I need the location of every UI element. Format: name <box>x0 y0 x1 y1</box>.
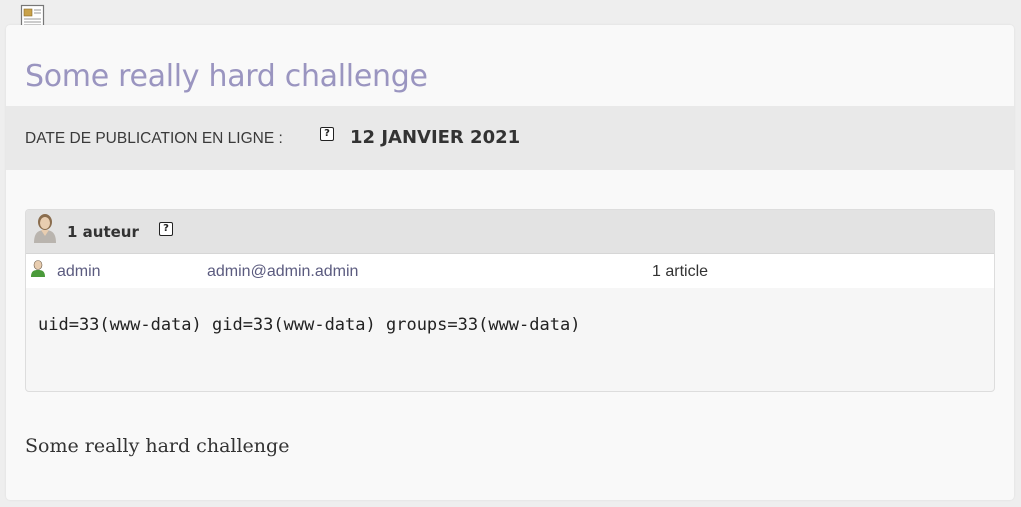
author-name-link[interactable]: admin <box>57 263 101 281</box>
article-body: Some really hard challenge <box>25 435 290 457</box>
author-bio: uid=33(www-data) gid=33(www-data) groups… <box>38 315 581 335</box>
authors-count: 1 auteur <box>67 223 139 241</box>
help-icon[interactable]: ? <box>159 222 173 236</box>
publication-date-label: DATE DE PUBLICATION EN LIGNE : <box>25 130 283 147</box>
authors-header: 1 auteur ? <box>26 210 994 254</box>
author-row: admin admin@admin.admin 1 article <box>26 254 994 288</box>
article-card: Some really hard challenge DATE DE PUBLI… <box>6 25 1014 500</box>
authors-box: 1 auteur ? admin admin@admin.admin 1 art… <box>25 209 995 392</box>
author-avatar-icon <box>34 214 56 243</box>
help-icon[interactable]: ? <box>320 127 334 141</box>
publication-date-value: 12 JANVIER 2021 <box>350 127 521 148</box>
publication-date-bar: DATE DE PUBLICATION EN LIGNE : ? 12 JANV… <box>6 106 1014 170</box>
author-email-link[interactable]: admin@admin.admin <box>207 263 358 281</box>
page-title: Some really hard challenge <box>25 59 428 94</box>
author-article-count: 1 article <box>652 263 709 280</box>
author-small-icon <box>31 260 45 277</box>
